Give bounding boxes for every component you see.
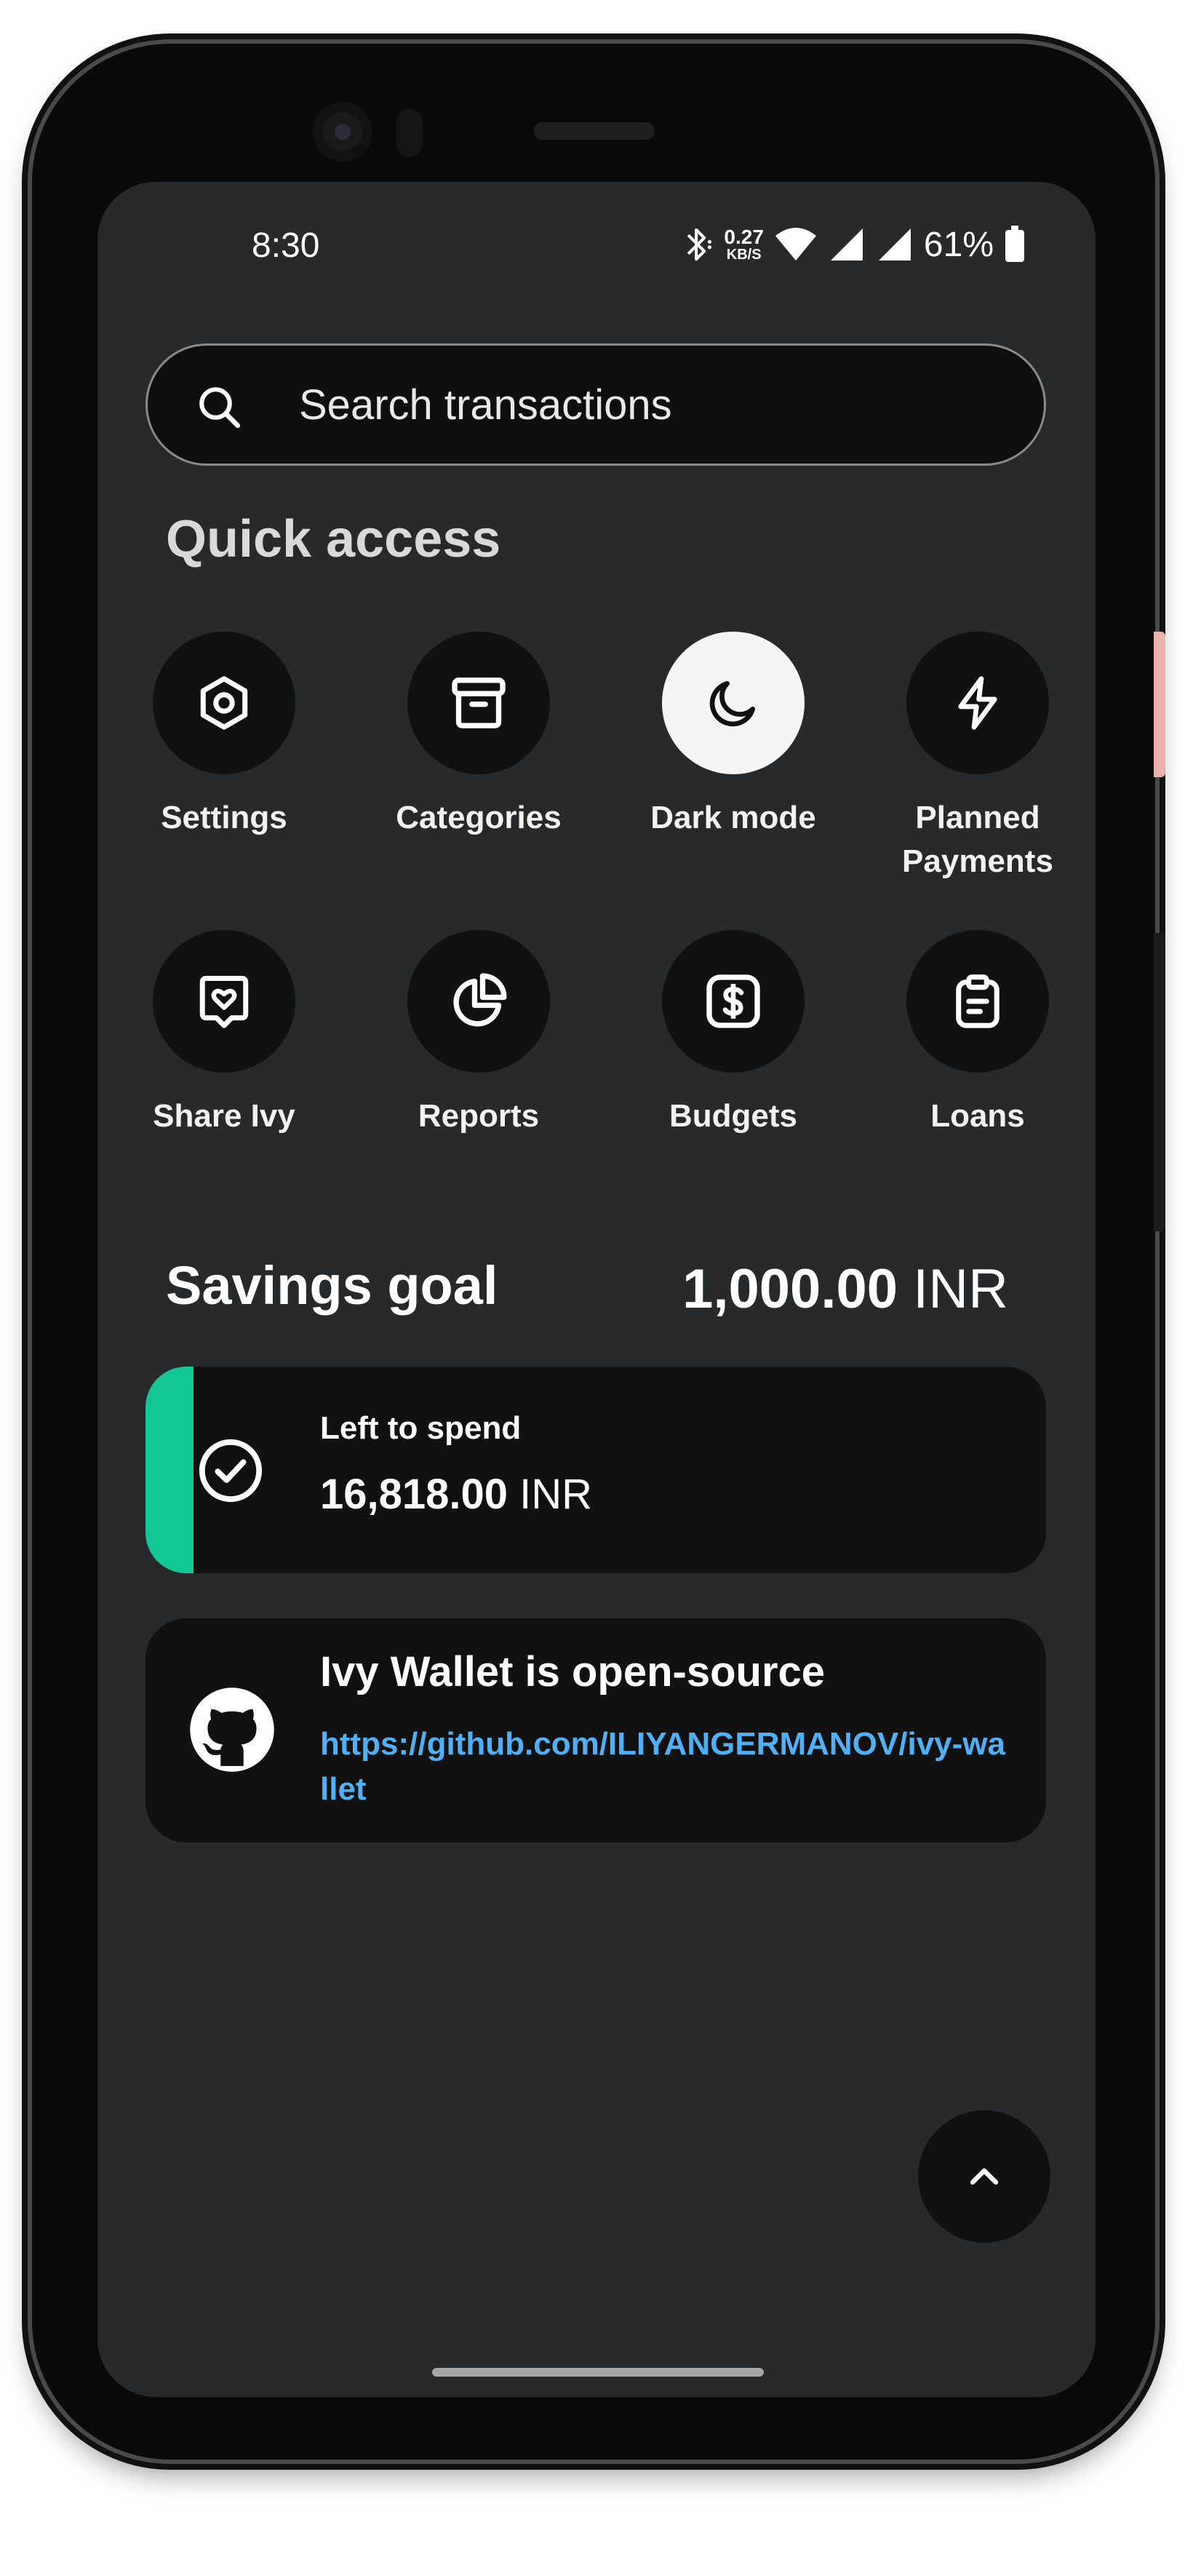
bolt-icon bbox=[958, 676, 997, 730]
dollar-icon bbox=[706, 974, 760, 1028]
status-time: 8:30 bbox=[252, 226, 320, 265]
network-speed-value: 0.27 bbox=[724, 226, 764, 248]
quick-access-label: Categories bbox=[396, 800, 562, 835]
quick-access-label: Planned Payments bbox=[902, 800, 1053, 879]
quick-access-title: Quick access bbox=[166, 510, 501, 568]
savings-goal-title: Savings goal bbox=[166, 1255, 498, 1316]
bluetooth-icon bbox=[687, 228, 712, 261]
check-circle-icon bbox=[199, 1439, 263, 1503]
dark-mode-toggle[interactable] bbox=[662, 632, 805, 774]
proximity-sensor bbox=[396, 109, 423, 157]
savings-amount-value: 1,000.00 bbox=[682, 1258, 898, 1320]
left-to-spend-amount: 16,818.00 bbox=[320, 1471, 508, 1518]
search-placeholder: Search transactions bbox=[299, 381, 672, 429]
card-accent-bar bbox=[145, 1367, 193, 1573]
archive-icon bbox=[452, 677, 506, 728]
quick-access-categories[interactable]: Categories bbox=[370, 632, 588, 840]
home-indicator[interactable] bbox=[432, 2368, 764, 2377]
quick-access-settings[interactable]: Settings bbox=[115, 632, 333, 840]
power-button bbox=[1154, 632, 1165, 777]
quick-access-label: Settings bbox=[161, 800, 287, 835]
volume-button bbox=[1154, 933, 1165, 1231]
reports-button[interactable] bbox=[407, 930, 550, 1073]
heart-chat-icon bbox=[199, 976, 249, 1028]
quick-access-dark-mode[interactable]: Dark mode bbox=[624, 632, 842, 840]
quick-access-planned-payments[interactable]: Planned Payments bbox=[869, 632, 1087, 883]
settings-button[interactable] bbox=[153, 632, 295, 774]
quick-access-share-ivy[interactable]: Share Ivy bbox=[115, 930, 333, 1138]
earpiece-speaker bbox=[534, 122, 655, 140]
loans-button[interactable] bbox=[906, 930, 1049, 1073]
open-source-title: Ivy Wallet is open-source bbox=[320, 1648, 826, 1696]
search-icon bbox=[199, 387, 241, 429]
app-screen: 8:30 0.27 KB/S 61% Search transactions Q… bbox=[97, 182, 1096, 2397]
github-icon bbox=[190, 1687, 274, 1772]
signal-icon-2 bbox=[878, 228, 911, 261]
quick-access-label: Budgets bbox=[669, 1098, 797, 1134]
open-source-card[interactable]: Ivy Wallet is open-source https://github… bbox=[145, 1618, 1046, 1842]
left-to-spend-value: 16,818.00 INR bbox=[320, 1470, 592, 1519]
left-to-spend-currency: INR bbox=[519, 1471, 593, 1518]
quick-access-label: Share Ivy bbox=[153, 1098, 295, 1134]
pie-chart-icon bbox=[453, 973, 507, 1027]
battery-percentage: 61% bbox=[923, 225, 994, 264]
scroll-up-button[interactable] bbox=[918, 2110, 1050, 2243]
moon-icon bbox=[709, 681, 755, 727]
left-to-spend-card[interactable]: Left to spend 16,818.00 INR bbox=[145, 1367, 1046, 1573]
network-speed: 0.27 KB/S bbox=[724, 226, 764, 263]
status-bar: 8:30 0.27 KB/S 61% bbox=[97, 182, 1096, 313]
wifi-icon bbox=[775, 228, 816, 261]
status-icons: 0.27 KB/S 61% bbox=[682, 223, 1026, 266]
quick-access-label: Reports bbox=[418, 1098, 540, 1134]
clipboard-icon bbox=[956, 974, 1000, 1028]
quick-access-budgets[interactable]: Budgets bbox=[624, 930, 842, 1138]
quick-access-label: Loans bbox=[930, 1098, 1025, 1134]
planned-payments-button[interactable] bbox=[906, 632, 1049, 774]
network-speed-unit: KB/S bbox=[726, 247, 762, 263]
budgets-button[interactable] bbox=[662, 930, 805, 1073]
signal-icon bbox=[830, 228, 863, 261]
search-bar[interactable]: Search transactions bbox=[145, 343, 1046, 466]
savings-goal-amount: 1,000.00 INR bbox=[682, 1257, 1008, 1321]
quick-access-loans[interactable]: Loans bbox=[869, 930, 1087, 1138]
github-link[interactable]: https://github.com/ILIYANGERMANOV/ivy-wa… bbox=[320, 1722, 1011, 1812]
share-ivy-button[interactable] bbox=[153, 930, 295, 1073]
categories-button[interactable] bbox=[407, 632, 550, 774]
quick-access-label: Dark mode bbox=[650, 800, 816, 835]
chevron-up-icon bbox=[970, 2168, 999, 2185]
quick-access-reports[interactable]: Reports bbox=[370, 930, 588, 1138]
battery-icon bbox=[1005, 226, 1024, 262]
settings-icon bbox=[200, 676, 248, 730]
left-to-spend-label: Left to spend bbox=[320, 1410, 522, 1446]
front-camera bbox=[313, 102, 372, 162]
savings-currency: INR bbox=[913, 1258, 1008, 1320]
